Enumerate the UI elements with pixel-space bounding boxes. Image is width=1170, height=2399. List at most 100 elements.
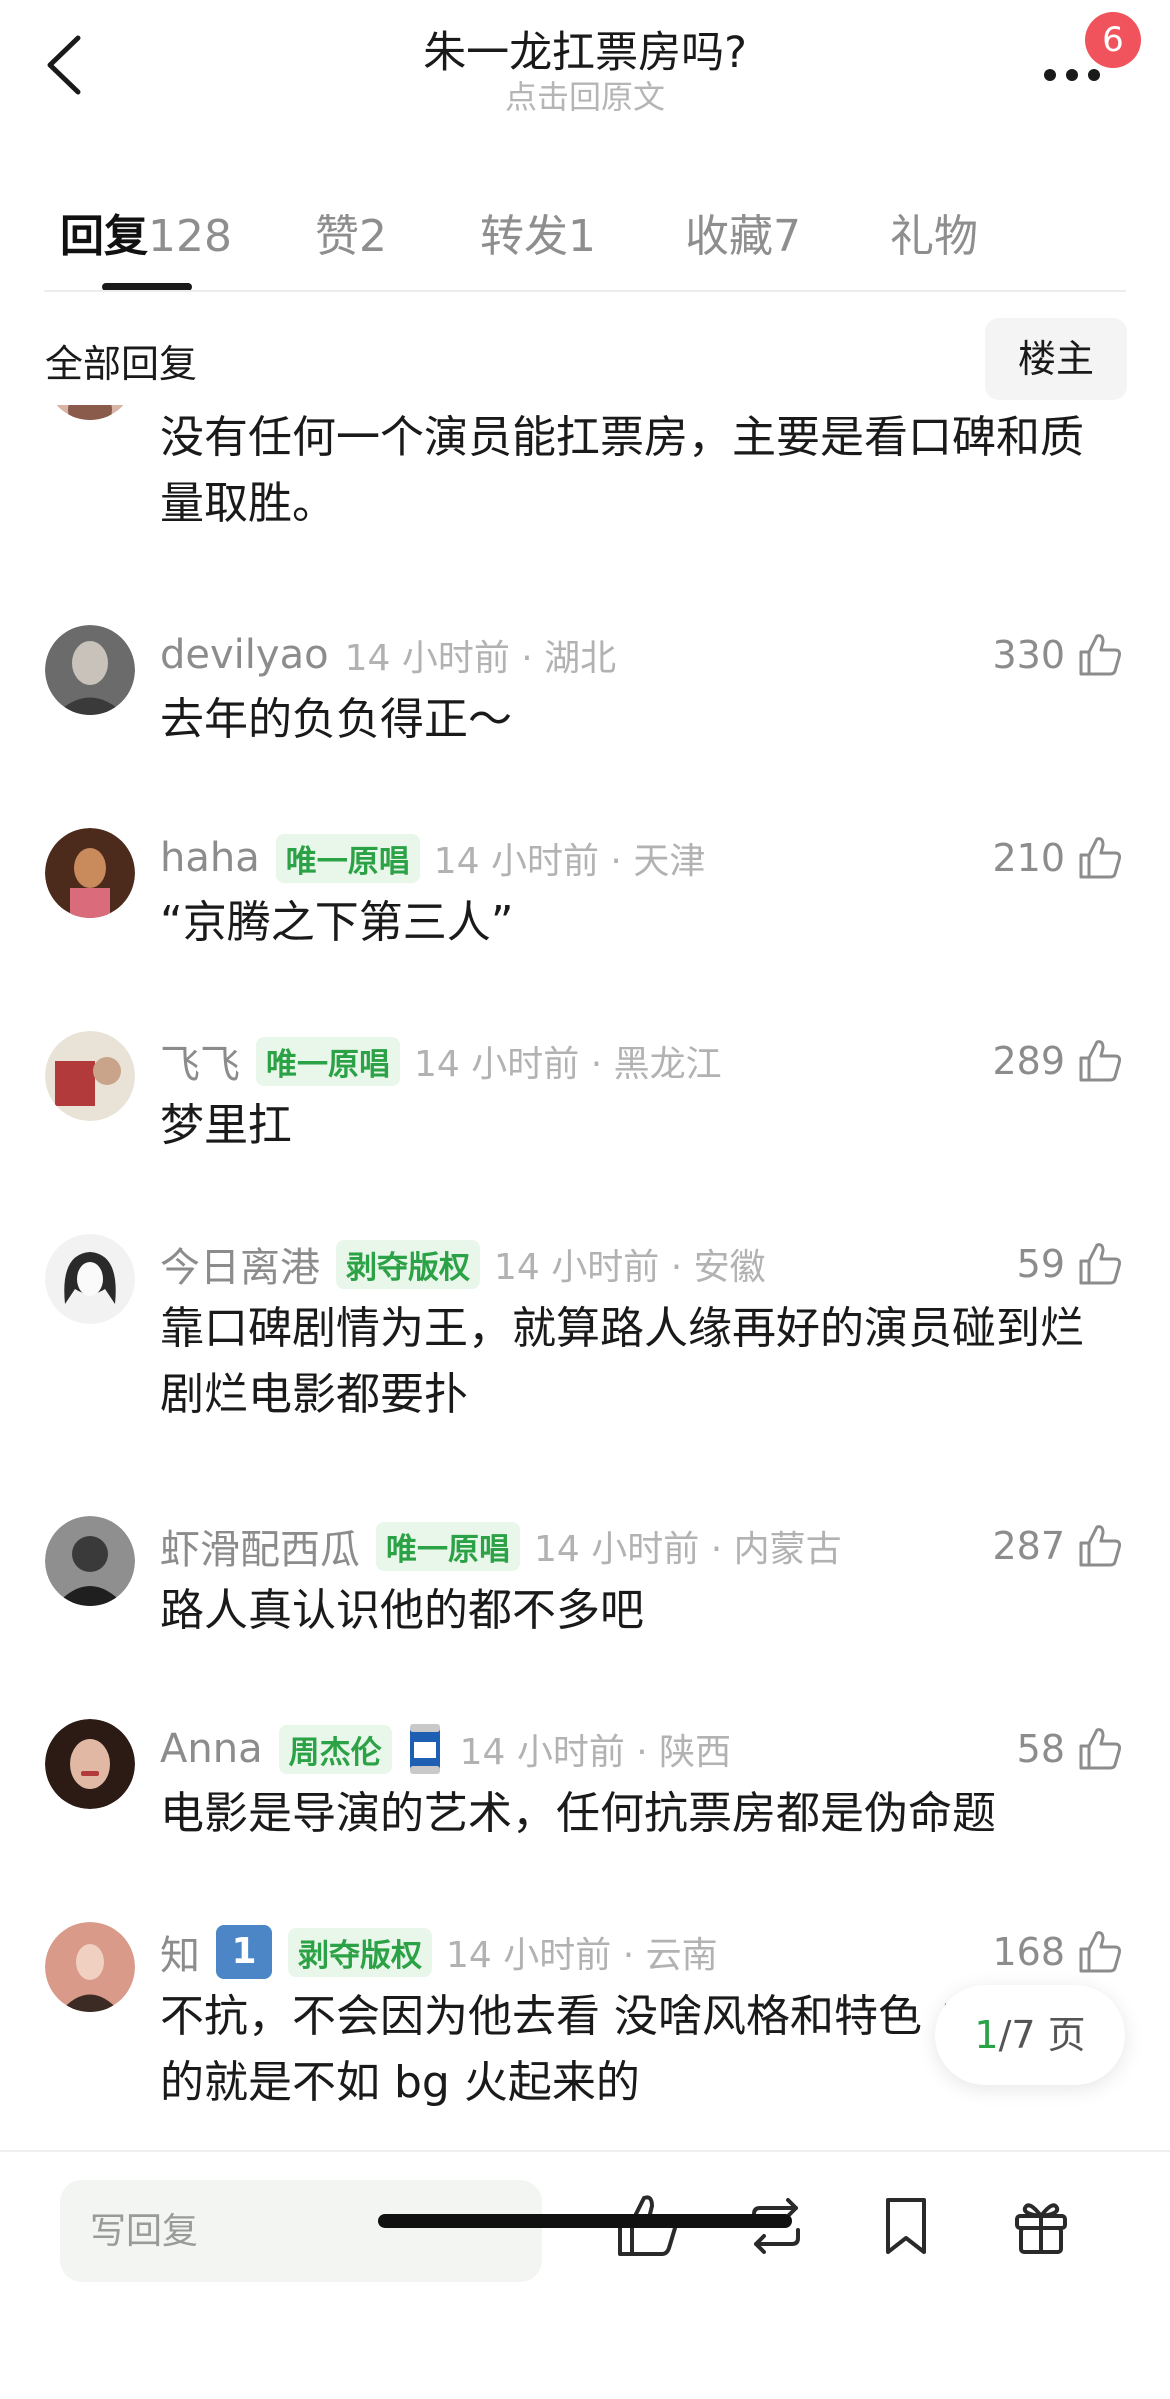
username[interactable]: 飞飞 [160,1032,240,1090]
comment-list: 没有任何一个演员能扛票房，主要是看口碑和质量取胜。 devilyao 14 小时… [0,405,1170,2150]
avatar-image-icon [45,1031,135,1121]
tab-label: 转发 [480,211,568,262]
avatar-image-icon [45,828,135,918]
avatar-image-icon [45,1516,135,1606]
notification-badge: 6 [1085,12,1141,68]
avatar[interactable] [45,405,135,420]
level-badge: 1 [216,1925,272,1979]
comment-text: “京腾之下第三人” [160,897,514,948]
bookmark-icon[interactable] [870,2190,942,2262]
thumbs-up-icon[interactable] [1075,1036,1125,1086]
fan-tag[interactable]: 唯一原唱 [256,1036,400,1086]
reply-input[interactable] [60,2180,542,2282]
comment-meta: Anna 周杰伦 14 小时前 · 陕西 [160,1719,731,1779]
like-count: 59 [1016,1242,1065,1286]
avatar-image-icon [45,1922,135,2012]
bottom-action-bar [0,2150,1170,2399]
fan-tag[interactable]: 剥夺版权 [336,1239,480,1289]
like-area[interactable]: 289 [992,1031,1125,1091]
like-count: 330 [992,633,1065,677]
timestamp-location: 14 小时前 · 内蒙古 [534,1529,842,1570]
timestamp-location: 14 小时前 · 天津 [433,841,706,882]
tab-replies[interactable]: 回复128 [60,200,232,264]
avatar[interactable] [45,1234,135,1324]
comment-text: 去年的负负得正～ [160,694,512,745]
like-area[interactable]: 58 [1017,1719,1125,1779]
like-count: 289 [992,1039,1065,1083]
total-pages: /7 页 [998,2013,1086,2057]
comment-meta: 飞飞 唯一原唱 14 小时前 · 黑龙江 [160,1031,722,1091]
username[interactable]: 今日离港 [160,1235,320,1293]
fan-tag[interactable]: 唯一原唱 [376,1521,520,1571]
divider [44,290,1126,292]
like-area[interactable]: 287 [992,1516,1125,1576]
like-area[interactable]: 168 [992,1922,1125,1982]
comment-text: 没有任何一个演员能扛票房，主要是看口碑和质量取胜。 [160,412,1084,529]
like-count: 287 [992,1524,1065,1568]
like-count: 58 [1016,1727,1065,1771]
username[interactable]: devilyao [160,632,329,678]
avatar-image-icon [45,1719,135,1809]
timestamp-location: 14 小时前 · 云南 [446,1935,718,1976]
tab-count: 128 [148,211,232,262]
home-indicator [378,2214,792,2228]
tab-label: 礼物 [890,211,978,262]
username[interactable]: 知 [160,1923,200,1981]
thumbs-up-icon[interactable] [1075,1521,1125,1571]
thumbs-up-icon[interactable] [1075,1239,1125,1289]
like-area[interactable]: 59 [1017,1234,1125,1294]
current-page: 1 [974,2013,999,2057]
fan-tag[interactable]: 唯一原唱 [275,833,420,883]
comment-meta: 虾滑配西瓜 唯一原唱 14 小时前 · 内蒙古 [160,1516,842,1576]
like-area[interactable]: 210 [992,828,1125,888]
username[interactable]: Anna [160,1726,263,1772]
fan-tag[interactable]: 周杰伦 [278,1724,392,1774]
avatar[interactable] [45,1031,135,1121]
like-area[interactable]: 330 [992,625,1125,685]
comment-meta: 今日离港 剥夺版权 14 小时前 · 安徽 [160,1234,766,1294]
back-to-original-link[interactable]: 点击回原文 [0,72,1170,118]
thumbs-up-icon[interactable] [1075,1724,1125,1774]
avatar[interactable] [45,1719,135,1809]
owner-filter-button[interactable]: 楼主 [985,318,1127,400]
tab-count: 7 [773,211,801,262]
header: 朱一龙扛票房吗? 点击回原文 6 [0,0,1170,140]
avatar[interactable] [45,828,135,918]
username[interactable]: 虾滑配西瓜 [160,1517,360,1575]
fan-tag[interactable]: 剥夺版权 [288,1927,432,1977]
comment-meta: 知 1 剥夺版权 14 小时前 · 云南 [160,1922,718,1982]
thumbs-up-icon[interactable] [1075,1927,1125,1977]
avatar[interactable] [45,1516,135,1606]
tab-label: 赞 [315,211,359,262]
tab-reposts[interactable]: 转发1 [480,200,596,264]
timestamp-location: 14 小时前 · 陕西 [459,1732,732,1773]
comment-text: 靠口碑剧情为王，就算路人缘再好的演员碰到烂剧烂电影都要扑 [160,1303,1084,1420]
avatar-image-icon [56,405,124,420]
like-count: 168 [992,1930,1065,1974]
tab-likes[interactable]: 赞2 [315,200,387,264]
tab-label: 回复 [60,211,148,262]
timestamp-location: 14 小时前 · 安徽 [494,1247,766,1288]
comment-text: 路人真认识他的都不多吧 [160,1585,644,1636]
username[interactable]: haha [160,835,260,881]
thumbs-up-icon[interactable] [1075,833,1125,883]
avatar[interactable] [45,1922,135,2012]
timestamp-location: 14 小时前 · 湖北 [344,638,617,679]
thumbs-up-icon[interactable] [1075,630,1125,680]
tab-label: 收藏 [685,211,773,262]
tab-gifts[interactable]: 礼物 [890,200,978,264]
all-replies-label[interactable]: 全部回复 [45,333,197,388]
timestamp-location: 14 小时前 · 黑龙江 [414,1044,722,1085]
comment-text: 电影是导演的艺术，任何抗票房都是伪命题 [160,1788,996,1839]
gift-icon[interactable] [1005,2190,1077,2262]
page-title[interactable]: 朱一龙扛票房吗? [0,18,1170,80]
tab-bar: 回复128 赞2 转发1 收藏7 礼物 [0,185,1170,295]
comment-meta: devilyao 14 小时前 · 湖北 [160,625,616,685]
avatar-image-icon [45,1234,135,1324]
page-indicator[interactable]: 1/7 页 [935,1985,1125,2085]
beer-can-icon [409,1724,440,1774]
avatar[interactable] [45,625,135,715]
avatar-image-icon [45,625,135,715]
tab-count: 2 [359,211,387,262]
tab-favorites[interactable]: 收藏7 [685,200,801,264]
